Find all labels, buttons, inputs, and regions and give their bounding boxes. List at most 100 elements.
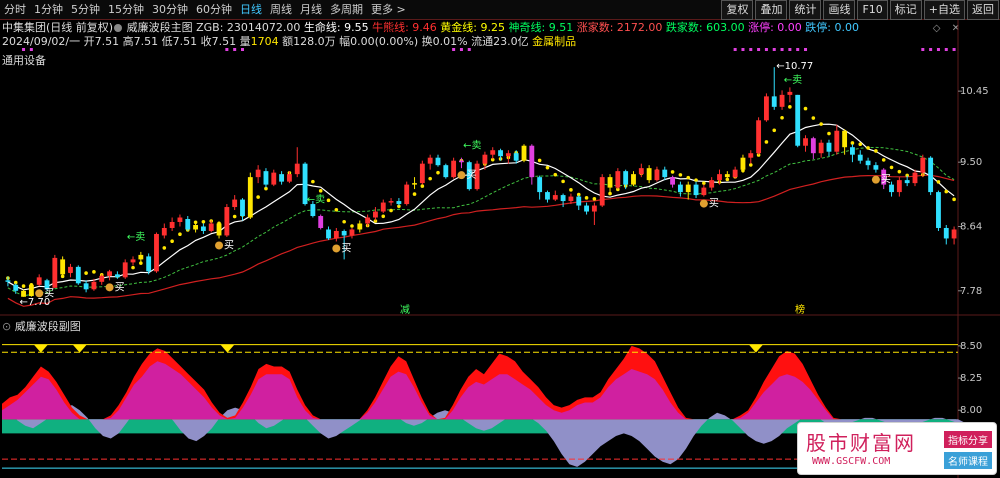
candle-body <box>740 157 746 170</box>
sub-chart-settings-icon[interactable]: ⊙ <box>2 320 11 333</box>
candle-body <box>107 271 112 276</box>
candle-body <box>850 147 855 155</box>
bottom-mark-reduce: 减 <box>400 304 410 316</box>
candle-body <box>99 275 105 282</box>
candle-body <box>91 281 97 290</box>
golden-line-dot <box>780 116 784 120</box>
candle-body <box>701 187 707 196</box>
candle-body <box>943 227 949 239</box>
bull-bear-line <box>7 174 955 307</box>
candle-body <box>388 201 394 203</box>
candle-body <box>412 183 417 185</box>
peak-triangle-marker <box>220 344 235 353</box>
candle-body <box>638 168 644 175</box>
buy-marker: 买 <box>466 169 476 181</box>
golden-line-dot <box>944 189 949 194</box>
candle-body <box>365 217 371 224</box>
candle-body <box>130 259 136 263</box>
candle-body <box>693 184 699 196</box>
golden-line-dot <box>412 192 417 196</box>
candle-body <box>224 207 230 236</box>
golden-line-dot <box>952 197 956 202</box>
candle-body <box>889 184 894 193</box>
golden-line-dot <box>350 224 354 228</box>
candle-body <box>568 196 574 202</box>
top-signal-dot <box>804 48 808 51</box>
sell-marker: ←卖 <box>784 74 802 86</box>
chart-canvas: 10.459.508.647.788.508.258.007.75←卖←卖←卖←… <box>0 20 1000 478</box>
golden-line-dot <box>874 149 878 153</box>
candle-body <box>255 169 261 178</box>
golden-line-dot <box>827 131 831 136</box>
candle-body <box>677 184 683 193</box>
sub-chart-label: ⊙ 威廉波段副图 <box>2 318 81 334</box>
candle-body <box>451 160 457 178</box>
candle-body <box>685 184 691 193</box>
candle-body <box>662 169 668 178</box>
candle-body <box>920 157 926 173</box>
candle-body <box>896 180 902 193</box>
main-y-tick-label: 8.64 <box>960 221 982 232</box>
buy-marker: 买 <box>709 198 719 210</box>
golden-line-dot <box>772 128 777 133</box>
golden-line-dot <box>553 172 558 177</box>
candle-body <box>537 177 543 193</box>
candle-body <box>380 202 386 212</box>
bottom-mark-list: 榜 <box>795 303 805 316</box>
candle-body <box>154 233 159 272</box>
candle-body <box>724 174 730 178</box>
golden-line-dot <box>428 176 432 181</box>
golden-line-dot <box>569 188 573 192</box>
sell-marker: ←卖 <box>127 231 145 243</box>
top-signal-dot <box>936 48 940 51</box>
golden-line-dot <box>788 105 792 109</box>
golden-line-dot <box>342 219 346 224</box>
golden-line-dot <box>381 214 386 219</box>
golden-line-dot <box>889 165 894 170</box>
candle-body <box>756 120 762 154</box>
top-signal-dot <box>29 48 33 51</box>
sell-marker: ←卖 <box>307 194 325 206</box>
candle-body <box>646 168 652 181</box>
golden-line-dot <box>561 179 565 184</box>
candle-body <box>333 230 339 239</box>
golden-line-dot <box>326 198 331 203</box>
candle-body <box>349 229 355 236</box>
golden-line-dot <box>592 197 597 201</box>
candle-body <box>318 216 324 228</box>
candle-body <box>13 284 19 291</box>
candle-body <box>161 227 167 236</box>
candle-body <box>279 174 285 182</box>
candle-body <box>787 91 793 95</box>
candle-body <box>904 180 910 184</box>
candle-body <box>357 223 363 230</box>
candle-body <box>286 174 292 182</box>
golden-line-dot <box>170 239 174 243</box>
candle-body <box>404 184 410 205</box>
buy-coin-icon <box>332 244 341 253</box>
candle-body <box>310 204 316 217</box>
candle-body <box>803 138 808 146</box>
golden-line-dot <box>866 146 870 150</box>
candle-body <box>200 226 206 231</box>
golden-line-dot <box>232 214 237 219</box>
top-signal-dot <box>796 48 800 51</box>
candle-body <box>818 142 824 154</box>
top-signal-dot <box>459 48 463 51</box>
candle-body <box>232 199 238 208</box>
main-y-tick-label: 7.78 <box>960 286 982 297</box>
golden-line-dot <box>334 207 339 212</box>
candle-body <box>771 96 777 107</box>
golden-line-dot <box>803 106 808 111</box>
candle-body <box>631 174 636 185</box>
candle-body <box>122 262 128 278</box>
buy-marker: 买 <box>115 281 125 293</box>
candle-body <box>951 229 957 239</box>
candle-body <box>670 177 676 185</box>
golden-line-dot <box>678 173 683 177</box>
candle-body <box>763 96 769 121</box>
main-y-tick-label: 10.45 <box>960 86 989 97</box>
top-signal-dot <box>467 48 471 51</box>
candle-body <box>208 223 214 231</box>
candle-body <box>185 219 191 230</box>
